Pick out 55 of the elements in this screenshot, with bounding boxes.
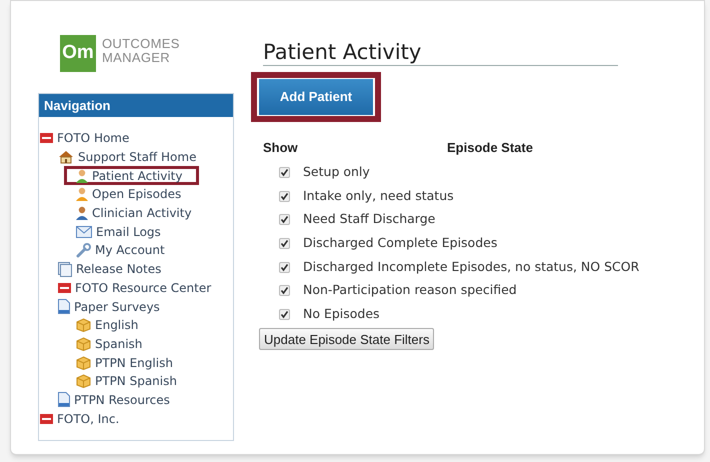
navigation-header: Navigation (39, 94, 233, 117)
box-icon (76, 318, 91, 332)
envelope-icon (76, 226, 92, 238)
pages-icon (58, 262, 72, 277)
logo-text: MANAGER (102, 51, 172, 65)
episode-state-label: Discharged Complete Episodes (303, 234, 498, 252)
nav-item[interactable]: Paper Surveys (58, 298, 160, 316)
house-icon (58, 150, 74, 164)
foto-logo-icon (40, 132, 53, 144)
column-header: Episode State (447, 139, 533, 157)
box-icon (76, 374, 91, 388)
column-header: Show (263, 139, 299, 157)
nav-item[interactable]: FOTO Resource Center (58, 278, 212, 297)
nav-item[interactable]: Email Logs (76, 222, 161, 241)
page-title: Patient Activity (263, 39, 618, 66)
checkbox[interactable] (279, 262, 290, 273)
nav-item[interactable]: Spanish (76, 334, 142, 353)
nav-item[interactable]: FOTO Home (40, 129, 130, 148)
nav-item[interactable]: PTPN Resources (58, 390, 170, 409)
document-icon (58, 392, 70, 408)
nav-item[interactable]: My Account (76, 241, 165, 260)
nav-item[interactable]: Open Episodes (76, 185, 182, 204)
episode-state-label: Discharged Incomplete Episodes, no status, NO SCOR (303, 258, 640, 276)
logo-mark: Om (60, 35, 96, 72)
episode-state-label: Non-Participation reason specified (303, 281, 517, 300)
foto-logo-icon (40, 412, 53, 425)
episode-state-label: Need Staff Discharge (303, 210, 436, 228)
checkbox[interactable] (279, 214, 290, 226)
add-patient-button[interactable]: Add Patient (259, 79, 373, 115)
wrench-icon (76, 242, 91, 258)
foto-logo-icon (58, 282, 71, 294)
checkbox[interactable] (279, 308, 290, 320)
nav-item[interactable]: Release Notes (58, 260, 162, 278)
nav-item[interactable]: Clinician Activity (76, 204, 192, 222)
nav-item[interactable]: PTPN Spanish (76, 372, 177, 390)
checkbox[interactable] (279, 166, 290, 178)
checkbox[interactable] (279, 238, 290, 249)
nav-item[interactable]: Patient Activity (64, 166, 200, 186)
logo-text: OUTCOMES (102, 37, 180, 51)
person-icon (76, 168, 88, 183)
box-icon (76, 356, 91, 370)
nav-item[interactable]: English (76, 316, 138, 334)
nav-item[interactable]: FOTO, Inc. (40, 410, 120, 428)
box-icon (76, 336, 91, 351)
update-filters-button[interactable]: Update Episode State Filters (259, 328, 434, 350)
episode-state-label: Setup only (303, 162, 370, 181)
nav-item[interactable]: PTPN English (76, 354, 173, 372)
person-icon (76, 206, 88, 220)
person-icon (76, 187, 88, 202)
checkbox[interactable] (279, 285, 290, 296)
episode-state-label: Intake only, need status (303, 186, 454, 205)
document-icon (58, 299, 70, 314)
episode-state-label: No Episodes (303, 305, 380, 324)
nav-item[interactable]: Support Staff Home (58, 148, 196, 166)
checkbox[interactable] (279, 190, 290, 202)
